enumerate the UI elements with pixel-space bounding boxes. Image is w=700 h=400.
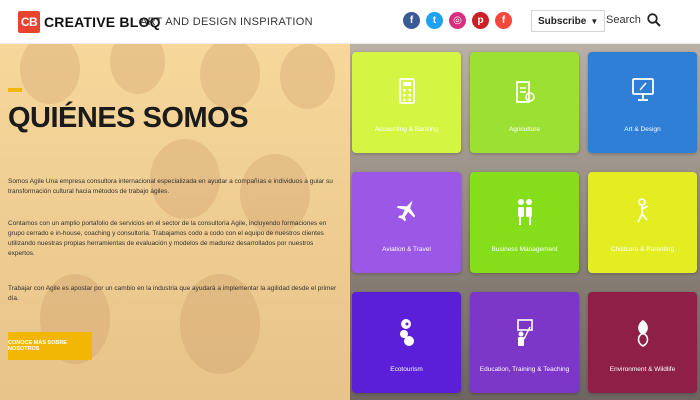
about-section: QUIÉNES SOMOS Somos Agile Una empresa co…	[0, 44, 350, 400]
category-tile-accounting[interactable]: Accounting & Banking	[352, 52, 461, 153]
category-tile-agriculture[interactable]: Agriculture	[470, 52, 579, 153]
tile-label: Accounting & Banking	[374, 126, 439, 133]
tile-label: Education, Training & Teaching	[479, 366, 570, 373]
ecotourism-icon	[352, 318, 461, 348]
category-tile-education[interactable]: Education, Training & Teaching	[470, 292, 579, 393]
closing-paragraph: Trabajar con Agile es apostar por un cam…	[8, 285, 337, 302]
services-paragraph: Contamos con un amplio portafolio de ser…	[8, 220, 327, 257]
background-photo-figure	[110, 44, 165, 94]
search-icon	[647, 13, 661, 27]
monitor-icon	[588, 78, 697, 102]
subscribe-label: Subscribe	[538, 15, 587, 27]
childcare-icon	[588, 198, 697, 224]
category-grid: Accounting & Banking Agriculture Art & D…	[350, 44, 700, 400]
tile-label: Aviation & Travel	[382, 246, 431, 253]
tile-label: Environment & Wildlife	[609, 366, 676, 373]
tile-label: Business Management	[491, 246, 558, 253]
pinterest-icon[interactable]: p	[472, 12, 489, 29]
category-tile-childcare[interactable]: Childcare & Parenting	[588, 172, 697, 273]
site-tagline: ART AND DESIGN INSPIRATION	[140, 16, 313, 28]
tile-label: Art & Design	[624, 126, 661, 133]
background-photo-figure	[200, 44, 260, 109]
instagram-icon[interactable]: ◎	[449, 12, 466, 29]
page-title: QUIÉNES SOMOS	[8, 102, 249, 134]
learn-more-button[interactable]: CONOCE MÁS SOBRE NOSOTROS	[8, 332, 92, 360]
education-icon	[470, 318, 579, 348]
category-tile-ecotourism[interactable]: Ecotourism	[352, 292, 461, 393]
airplane-icon	[352, 198, 461, 222]
intro-paragraph: Somos Agile Una empresa consultora inter…	[8, 178, 333, 195]
flipboard-icon[interactable]: f	[495, 12, 512, 29]
search-label: Search	[606, 14, 641, 26]
calculator-icon	[352, 78, 461, 104]
category-tile-aviation[interactable]: Aviation & Travel	[352, 172, 461, 273]
background-photo-figure	[280, 44, 335, 109]
social-links: f t ◎ p f	[403, 12, 512, 29]
logo-badge: CB	[18, 11, 40, 33]
site-header: CB CREATIVE BLOQ ART AND DESIGN INSPIRAT…	[0, 0, 700, 44]
title-accent-bar	[8, 88, 22, 92]
environment-icon	[588, 318, 697, 348]
tile-label: Childcare & Parenting	[610, 246, 675, 253]
background-photo-figure	[20, 44, 80, 104]
tile-label: Ecotourism	[390, 366, 423, 373]
agriculture-icon	[470, 78, 579, 104]
category-tile-business[interactable]: Business Management	[470, 172, 579, 273]
subscribe-button[interactable]: Subscribe ▼	[531, 10, 606, 32]
tile-label: Agriculture	[508, 126, 541, 133]
search-button[interactable]: Search	[606, 13, 661, 27]
category-tile-environment[interactable]: Environment & Wildlife	[588, 292, 697, 393]
category-tile-art-design[interactable]: Art & Design	[588, 52, 697, 153]
chevron-down-icon: ▼	[590, 16, 599, 26]
twitter-icon[interactable]: t	[426, 12, 443, 29]
facebook-icon[interactable]: f	[403, 12, 420, 29]
business-icon	[470, 198, 579, 226]
